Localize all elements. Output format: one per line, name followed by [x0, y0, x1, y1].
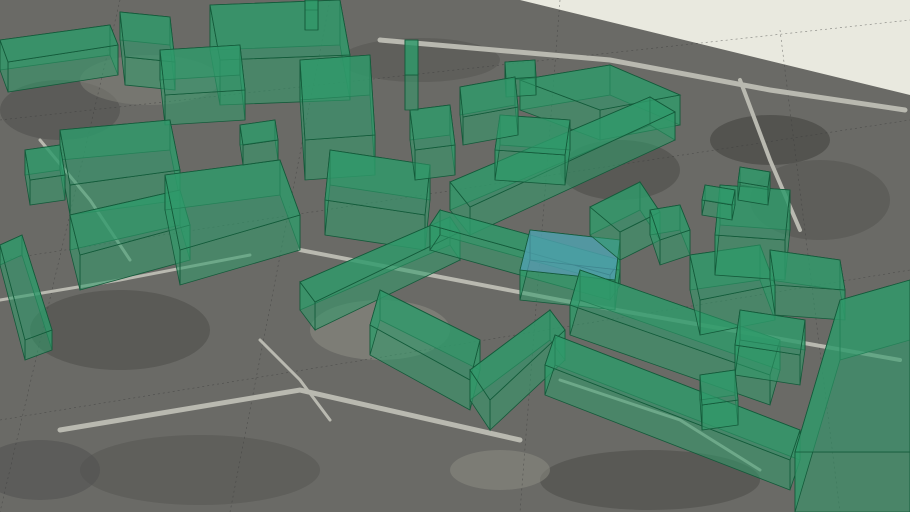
ground-patch [80, 435, 320, 505]
building-east-pair [769, 249, 846, 321]
building-se-small [699, 369, 739, 431]
building-west-court-2 [24, 144, 66, 206]
building-mid-small [239, 119, 279, 166]
building-dome-tower [304, 0, 319, 31]
building-ne-small-2 [701, 184, 736, 221]
ground-patch [30, 290, 210, 370]
building-n-cluster [159, 44, 246, 126]
aerial-3d-viewport[interactable] [0, 0, 910, 512]
building-north-east-2 [459, 76, 519, 146]
building-ne-small [737, 166, 771, 206]
building-se-mid [734, 309, 806, 386]
ground-patch [450, 450, 550, 490]
building-c-block [409, 104, 456, 181]
building-north-tower [404, 39, 419, 111]
